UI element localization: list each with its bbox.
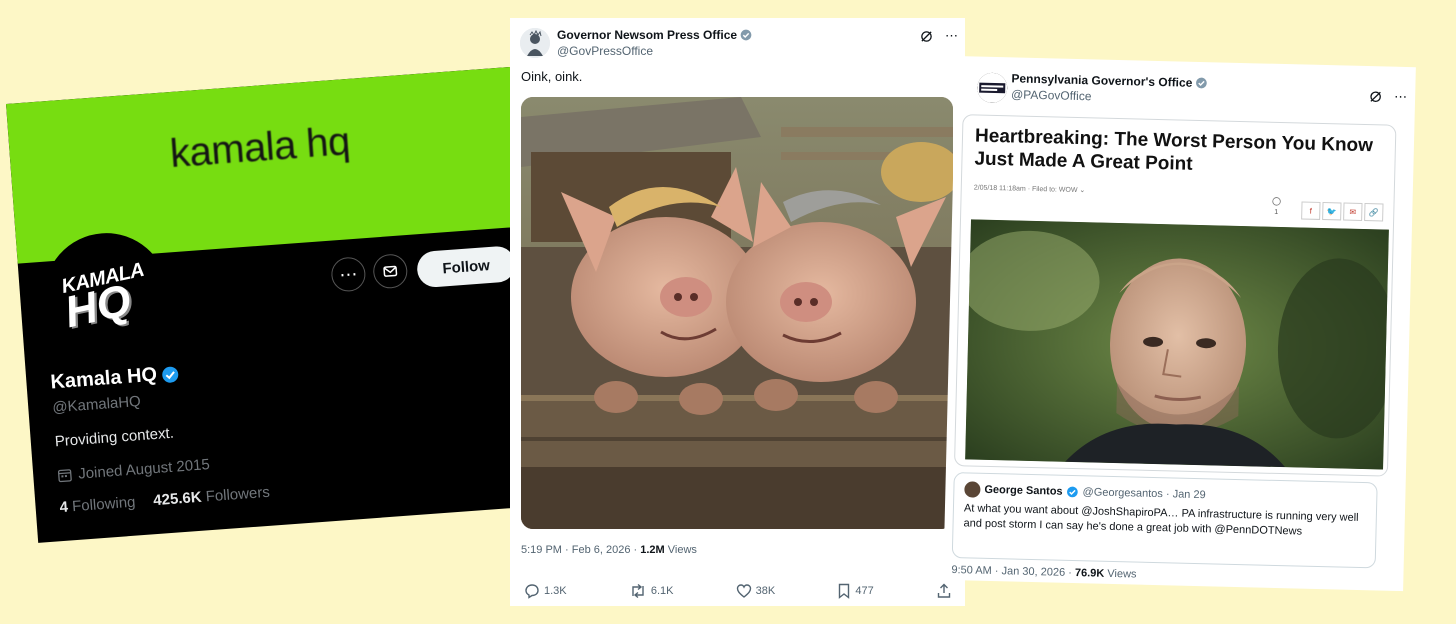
- bookmark-count: 477: [855, 585, 874, 597]
- joined-text: Joined August 2015: [77, 456, 211, 483]
- following-label: Following: [71, 493, 137, 516]
- share-icon: [937, 583, 951, 598]
- mail-icon: [383, 265, 398, 277]
- article-photo: [965, 219, 1389, 470]
- tweet-action-bar: 1.3K 6.1K 38K 477: [524, 583, 952, 599]
- profile-display-name: Kamala HQ: [49, 363, 158, 394]
- bookmark-button[interactable]: 477: [837, 583, 874, 599]
- link-icon[interactable]: 🔗: [1364, 203, 1384, 222]
- follow-button[interactable]: Follow: [415, 245, 517, 289]
- newsom-tweet-card: Governor Newsom Press Office @GovPressOf…: [510, 18, 965, 606]
- quoted-tweet-header: George Santos @Georgesantos · Jan 29: [964, 481, 1206, 503]
- calendar-icon: [57, 469, 72, 483]
- followers-count: 425.6K: [152, 488, 203, 510]
- tweet-author-handle[interactable]: @GovPressOffice: [557, 44, 653, 58]
- tweet-timestamp-row: 5:19 PM · Feb 6, 2026 · 1.2M Views: [521, 544, 697, 556]
- tweet-top-actions: ⋯: [1369, 88, 1407, 105]
- like-count: 38K: [755, 585, 776, 597]
- more-icon[interactable]: ⋯: [1394, 89, 1407, 105]
- man-portrait-photo: [965, 219, 1389, 470]
- portrait-icon: [520, 28, 550, 58]
- rapid-response-logo-icon: [976, 72, 1008, 104]
- grok-icon[interactable]: [920, 30, 933, 43]
- followers-link[interactable]: 425.6K Followers: [153, 484, 271, 510]
- twitter-icon[interactable]: 🐦: [1322, 201, 1342, 221]
- share-button[interactable]: [936, 583, 952, 599]
- views-label: Views: [1104, 567, 1137, 581]
- newsom-avatar[interactable]: [520, 28, 550, 58]
- quoted-tweet-text: At what you want about @JoshShapiroPA… P…: [963, 502, 1359, 538]
- tweet-top-actions: ⋯: [920, 28, 958, 44]
- reply-button[interactable]: 1.3K: [524, 583, 567, 599]
- like-button[interactable]: 38K: [736, 583, 776, 599]
- more-icon[interactable]: ⋯: [945, 28, 958, 44]
- followers-label: Followers: [205, 483, 271, 506]
- views-label: Views: [664, 544, 697, 556]
- pa-governor-tweet-card: Pennsylvania Governor's Office @PAGovOff…: [943, 56, 1416, 592]
- views-count: 76.9K: [1074, 567, 1105, 580]
- repost-count: 6.1K: [650, 585, 674, 597]
- article-share-buttons: f 🐦 ✉ 🔗: [1301, 201, 1384, 222]
- verified-badge-icon: [1196, 77, 1207, 89]
- comment-count-value: 1: [1274, 208, 1279, 216]
- comment-bubble-icon: [1272, 197, 1281, 206]
- tweet-author-name: Governor Newsom Press Office: [557, 28, 738, 42]
- tweet-text: Oink, oink.: [521, 69, 583, 84]
- profile-name-row: Kamala HQ: [50, 362, 180, 394]
- tweet-timestamp-row: 9:50 AM · Jan 30, 2026 · 76.9K Views: [951, 564, 1136, 581]
- quoted-author-handle: @Georgesantos · Jan 29: [1082, 486, 1206, 502]
- article-headline: Heartbreaking: The Worst Person You Know…: [974, 125, 1374, 175]
- tweet-timestamp[interactable]: 9:50 AM · Jan 30, 2026 ·: [951, 564, 1075, 579]
- grok-icon[interactable]: [1369, 90, 1382, 103]
- kamala-hq-profile-card: kamala hq KAMALA HQ ⋯ Follow Kamala HQ @…: [6, 65, 557, 543]
- article-meta: 2/05/18 11:18am · Filed to: WOW ⌄: [973, 184, 1086, 195]
- verified-badge-icon: [1067, 486, 1078, 498]
- profile-handle: @KamalaHQ: [51, 392, 142, 417]
- quoted-author-avatar: [964, 481, 981, 498]
- reply-icon: [525, 584, 539, 599]
- quoted-author-name: George Santos: [984, 483, 1063, 498]
- pigs-photo: [521, 97, 953, 529]
- article-comment-count: 1: [1271, 197, 1281, 216]
- repost-button[interactable]: 6.1K: [629, 583, 674, 599]
- banner-text: kamala hq: [168, 118, 352, 177]
- reply-count: 1.3K: [544, 585, 567, 597]
- views-count: 1.2M: [640, 544, 665, 556]
- more-options-button[interactable]: ⋯: [330, 256, 367, 293]
- joined-date: Joined August 2015: [57, 456, 211, 484]
- email-icon[interactable]: ✉: [1343, 202, 1363, 221]
- bookmark-icon: [839, 583, 850, 599]
- profile-stats: 4 Following 425.6K Followers: [59, 484, 270, 516]
- verified-badge-icon: [161, 366, 178, 383]
- tweet-author-handle[interactable]: @PAGovOffice: [1011, 87, 1092, 103]
- quoted-tweet[interactable]: George Santos @Georgesantos · Jan 29 At …: [951, 472, 1378, 569]
- heart-icon: [736, 584, 751, 598]
- tweet-author-name: Pennsylvania Governor's Office: [1011, 71, 1193, 90]
- tweet-author-name-row[interactable]: Governor Newsom Press Office: [557, 28, 752, 42]
- following-link[interactable]: 4 Following: [59, 494, 136, 517]
- more-icon: ⋯: [338, 263, 359, 286]
- tweet-image[interactable]: [521, 97, 953, 529]
- following-count: 4: [59, 498, 69, 517]
- pa-governor-avatar[interactable]: [976, 72, 1008, 104]
- profile-bio: Providing context.: [54, 424, 175, 451]
- message-button[interactable]: [372, 253, 409, 290]
- verified-badge-icon: [740, 29, 752, 41]
- facebook-icon[interactable]: f: [1301, 201, 1321, 220]
- article-screenshot[interactable]: Heartbreaking: The Worst Person You Know…: [953, 114, 1397, 477]
- repost-icon: [632, 583, 644, 599]
- profile-banner: kamala hq: [6, 65, 537, 264]
- tweet-timestamp[interactable]: 5:19 PM · Feb 6, 2026 ·: [521, 544, 640, 556]
